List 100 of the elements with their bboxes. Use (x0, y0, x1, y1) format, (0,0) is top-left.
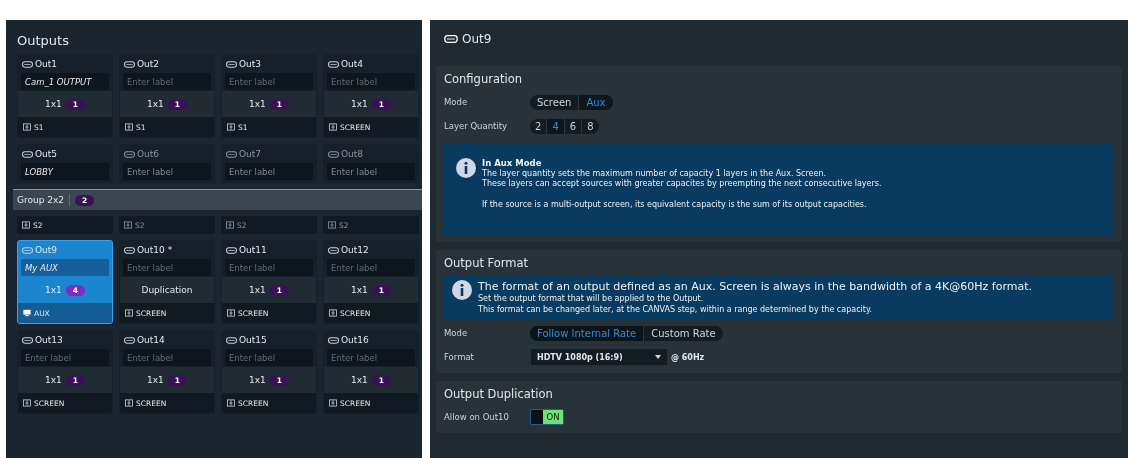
panel-title: Out9 (462, 32, 492, 46)
capacity-text: 1x1 (351, 375, 368, 385)
layer-option[interactable]: 8 (582, 118, 599, 134)
mode-option[interactable]: Aux (579, 94, 613, 110)
duplication-text: Duplication (141, 285, 193, 295)
field-label: Allow on Out10 (444, 412, 510, 422)
screen-icon (124, 221, 132, 229)
screen-icon (125, 399, 133, 407)
capacity-text: 1x1 (351, 99, 368, 109)
screen-icon (328, 221, 336, 229)
output-name: Out4 (341, 59, 364, 69)
label-field[interactable]: Enter label (327, 259, 415, 276)
rate-text: @ 60Hz (671, 352, 705, 362)
screen-icon (227, 399, 235, 407)
info-text: Set the output format that will be applied to the Output. (478, 294, 705, 305)
rate-option[interactable]: Custom Rate (644, 325, 723, 341)
layer-option[interactable]: 4 (547, 118, 565, 134)
output-name: Out5 (35, 149, 58, 159)
screen-icon (329, 123, 337, 131)
port-icon (22, 246, 33, 254)
info-text: The layer quantity sets the maximum number of capacity 1 layers in the Aux. Screen. (482, 168, 828, 179)
screen-icon (22, 221, 30, 229)
output-name: Out10 * (137, 245, 173, 255)
capacity-text: 1x1 (249, 285, 266, 295)
output-name: Out2 (137, 59, 160, 69)
port-icon (124, 60, 135, 68)
output-name: Out15 (239, 335, 267, 345)
field-label: Format (444, 352, 475, 362)
info-text: If the source is a multi-output screen, its equivalent capacity is the sum of its output capacities. (482, 199, 868, 210)
output-name: Out13 (35, 335, 63, 345)
group-label: Group 2x2 (17, 195, 65, 205)
field-label: Mode (444, 97, 469, 107)
screen-icon (23, 123, 31, 131)
port-icon (124, 336, 135, 344)
info-text: This format can be changed later, at the CANVAS step, within a range determined by the capacity. (478, 304, 874, 315)
port-icon (124, 150, 135, 158)
port-icon (328, 150, 339, 158)
layer-option[interactable]: 6 (564, 118, 583, 134)
field-label: Layer Quantity (444, 121, 509, 131)
monitor-icon (23, 309, 31, 317)
label-field[interactable]: Enter label (123, 73, 211, 90)
screen-icon (226, 221, 234, 229)
output-name: Out16 (341, 335, 369, 345)
capacity-text: 1x1 (45, 285, 62, 295)
capacity-text: 1x1 (45, 375, 62, 385)
format-dropdown[interactable]: HDTV 1080p (16:9) (531, 349, 667, 365)
port-icon (226, 150, 237, 158)
capacity-text: 1x1 (147, 99, 164, 109)
rate-option[interactable]: Follow Internal Rate (530, 325, 645, 341)
port-icon (226, 246, 237, 254)
output-name: Out12 (341, 245, 369, 255)
output-name: Out14 (137, 335, 165, 345)
port-icon (328, 336, 339, 344)
info-icon (456, 158, 476, 178)
output-name: Out1 (35, 59, 58, 69)
screen-icon (125, 309, 133, 317)
field-label: Mode (444, 328, 469, 338)
label-field[interactable]: Enter label (123, 259, 211, 276)
info-icon (452, 280, 472, 300)
port-icon (22, 336, 33, 344)
output-name: Out11 (239, 245, 267, 255)
port-icon (328, 60, 339, 68)
port-icon (226, 336, 237, 344)
label-field[interactable]: Enter label (327, 349, 415, 366)
label-field[interactable]: My AUX (21, 259, 109, 276)
info-headline: The format of an output defined as an Aux. Screen is always in the bandwidth of a 4K@60Hz format. (478, 280, 1033, 294)
port-icon (22, 60, 33, 68)
section-title: Output Duplication (444, 386, 554, 403)
output-card[interactable]: Out5 LOBBY (17, 144, 113, 183)
capacity-text: 1x1 (351, 285, 368, 295)
info-text: These layers can accept sources with greater capacites by preempting the next consecutive layers. (482, 179, 882, 190)
label-field[interactable]: Cam_1 OUTPUT (21, 73, 109, 90)
capacity-text: 1x1 (147, 375, 164, 385)
port-icon (22, 150, 33, 158)
capacity-text: 1x1 (249, 375, 266, 385)
label-field[interactable]: Enter label (225, 349, 313, 366)
output-name: Out6 (137, 149, 160, 159)
output-name: Out7 (239, 149, 262, 159)
capacity-text: 1x1 (45, 99, 62, 109)
screen-icon (125, 123, 133, 131)
label-field[interactable]: Enter label (225, 259, 313, 276)
label-field[interactable]: Enter label (327, 73, 415, 90)
output-name: Out8 (341, 149, 364, 159)
screen-icon (329, 309, 337, 317)
toggle-switch[interactable]: ON (530, 409, 564, 425)
port-icon (444, 35, 458, 43)
screen-icon (227, 309, 235, 317)
screen-icon (227, 123, 235, 131)
output-name: Out3 (239, 59, 262, 69)
capacity-text: 1x1 (249, 99, 266, 109)
label-field[interactable]: Enter label (225, 73, 313, 90)
label-field[interactable]: Enter label (123, 349, 211, 366)
label-field[interactable]: LOBBY (21, 163, 109, 180)
label-field[interactable]: Enter label (21, 349, 109, 366)
info-title: In Aux Mode (482, 158, 543, 169)
output-name: Out9 (35, 245, 58, 255)
screen-icon (329, 399, 337, 407)
screen-icon (23, 399, 31, 407)
section-title: Output Format (444, 255, 530, 272)
section-title: Configuration (444, 71, 523, 88)
